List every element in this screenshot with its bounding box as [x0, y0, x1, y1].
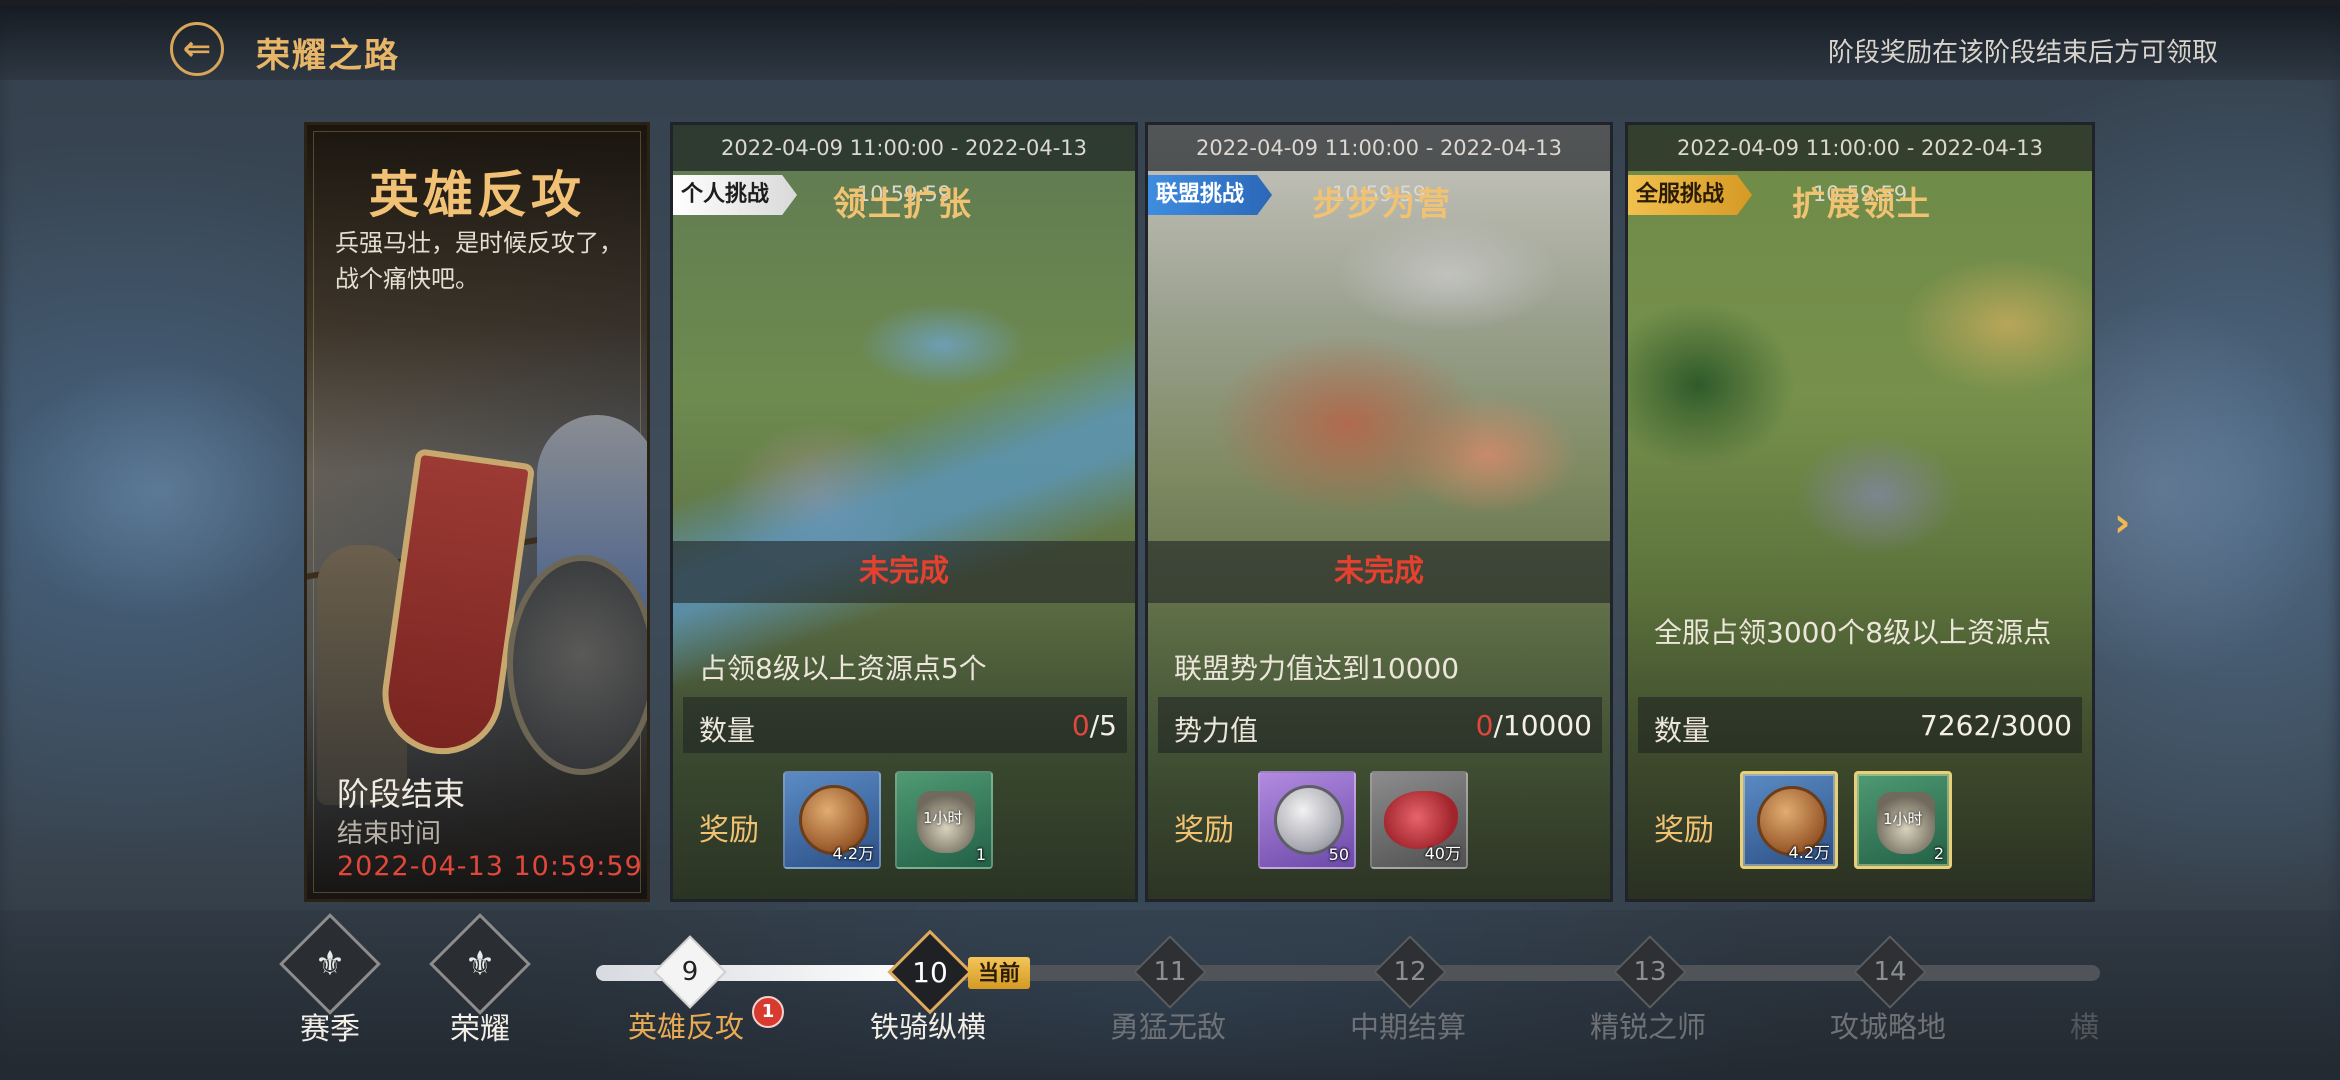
back-button[interactable]: ⇐: [170, 22, 224, 76]
stage-label-12[interactable]: 中期结算: [1350, 1004, 1466, 1046]
stage-number: 11: [1153, 957, 1187, 987]
glory-label: 荣耀: [450, 1012, 510, 1047]
reward-amount: 1: [975, 845, 986, 864]
stage-track-progress: [596, 965, 936, 981]
reward-duration: 1小时: [923, 809, 963, 827]
progress-value: 7262/3000: [1920, 709, 2072, 742]
top-bar: ⇐ 荣耀之路 阶段奖励在该阶段结束后方可领取: [0, 0, 2340, 80]
laurel-icon: ⚜: [314, 944, 346, 984]
card-time-range: 2022-04-09 11:00:00 - 2022-04-13 10:59:5…: [673, 125, 1135, 206]
notification-badge: 1: [752, 996, 784, 1028]
card-time-range: 2022-04-09 11:00:00 - 2022-04-13 10:59:5…: [1148, 125, 1610, 206]
arrow-left-icon: ⇐: [182, 29, 212, 69]
reward-item[interactable]: 1小时 2: [1854, 771, 1952, 869]
task-description: 占领8级以上资源点5个: [699, 652, 987, 685]
reward-item[interactable]: 40万: [1370, 771, 1468, 869]
progress-total: /5: [1089, 709, 1117, 742]
reward-label: 奖励: [1654, 813, 1714, 848]
stage-label-10[interactable]: 铁骑纵横: [870, 1004, 986, 1046]
fleur-de-lis-icon: ⚜: [464, 944, 496, 984]
hero-description: 兵强马壮，是时候反攻了，战个痛快吧。: [335, 229, 623, 293]
stage-label-13[interactable]: 精锐之师: [1590, 1004, 1706, 1046]
progress-value: 0/5: [1072, 709, 1117, 742]
status-incomplete: 未完成: [673, 541, 1135, 603]
challenge-card-alliance[interactable]: 2022-04-09 11:00:00 - 2022-04-13 10:59:5…: [1145, 122, 1613, 902]
chevron-right-icon[interactable]: ›: [2114, 500, 2130, 546]
progress-current: 0: [1071, 709, 1090, 742]
progress-row: 数量 7262/3000: [1638, 697, 2082, 753]
reward-item[interactable]: 4.2万: [783, 771, 881, 869]
server-challenge-tag: 全服挑战: [1628, 175, 1753, 215]
stage-number: 10: [912, 955, 948, 989]
card-title: 扩展领土: [1792, 184, 1932, 223]
stage-number: 14: [1873, 957, 1907, 987]
reward-item[interactable]: 1小时 1: [895, 771, 993, 869]
progress-total: /10000: [1493, 709, 1592, 742]
stage-label-11[interactable]: 勇猛无敌: [1110, 1004, 1226, 1046]
stage-label-14[interactable]: 攻城略地: [1830, 1004, 1946, 1046]
page-title: 荣耀之路: [256, 36, 400, 76]
progress-row: 势力值 0/10000: [1158, 697, 1602, 753]
hero-title: 英雄反攻: [369, 166, 585, 224]
progress-current: 0: [1475, 709, 1494, 742]
reward-duration: 1小时: [1883, 810, 1923, 828]
reward-label: 奖励: [699, 813, 759, 848]
task-description: 联盟势力值达到10000: [1174, 652, 1460, 685]
progress-label: 势力值: [1174, 714, 1259, 747]
round-shield-illustration: [507, 555, 647, 775]
card-title: 领土扩张: [833, 184, 973, 223]
progress-label: 数量: [1654, 714, 1711, 747]
end-time-value: 2022-04-13 10:59:59: [337, 851, 643, 882]
stage-reward-note: 阶段奖励在该阶段结束后方可领取: [1827, 38, 2218, 68]
progress-row: 数量 0/5: [683, 697, 1127, 753]
stage-number: 9: [681, 957, 699, 987]
progress-value: 0/10000: [1476, 709, 1592, 742]
stage-label-9[interactable]: 英雄反攻: [628, 1004, 744, 1046]
reward-amount: 2: [1933, 844, 1944, 863]
alliance-challenge-tag: 联盟挑战: [1148, 175, 1273, 215]
card-time-range: 2022-04-09 11:00:00 - 2022-04-13 10:59:5…: [1628, 125, 2092, 206]
reward-item[interactable]: 50: [1258, 771, 1356, 869]
reward-amount: 50: [1328, 845, 1349, 864]
stage-label-15[interactable]: 横: [2070, 1004, 2099, 1046]
reward-amount: 40万: [1424, 844, 1461, 863]
season-label: 赛季: [300, 1012, 360, 1047]
stage-number: 12: [1393, 957, 1427, 987]
progress-label: 数量: [699, 714, 756, 747]
status-incomplete: 未完成: [1148, 541, 1610, 603]
reward-amount: 4.2万: [832, 844, 874, 863]
challenge-card-server[interactable]: 2022-04-09 11:00:00 - 2022-04-13 10:59:5…: [1625, 122, 2095, 902]
stage-status: 阶段结束: [337, 775, 466, 813]
card-title: 步步为营: [1312, 184, 1452, 223]
challenge-card-personal[interactable]: 2022-04-09 11:00:00 - 2022-04-13 10:59:5…: [670, 122, 1138, 902]
reward-label: 奖励: [1174, 813, 1234, 848]
red-shield-illustration: [374, 448, 536, 762]
reward-item[interactable]: 4.2万: [1740, 771, 1838, 869]
reward-amount: 4.2万: [1788, 843, 1830, 862]
hero-stage-card[interactable]: 英雄反攻 兵强马壮，是时候反攻了，战个痛快吧。 阶段结束 结束时间 2022-0…: [304, 122, 650, 902]
current-stage-tag: 当前: [968, 957, 1030, 989]
background-glow-left: [0, 360, 320, 620]
personal-challenge-tag: 个人挑战: [673, 175, 798, 215]
stage-number: 13: [1633, 957, 1667, 987]
task-description: 全服占领3000个8级以上资源点: [1654, 616, 2052, 649]
end-time-label: 结束时间: [337, 819, 442, 849]
